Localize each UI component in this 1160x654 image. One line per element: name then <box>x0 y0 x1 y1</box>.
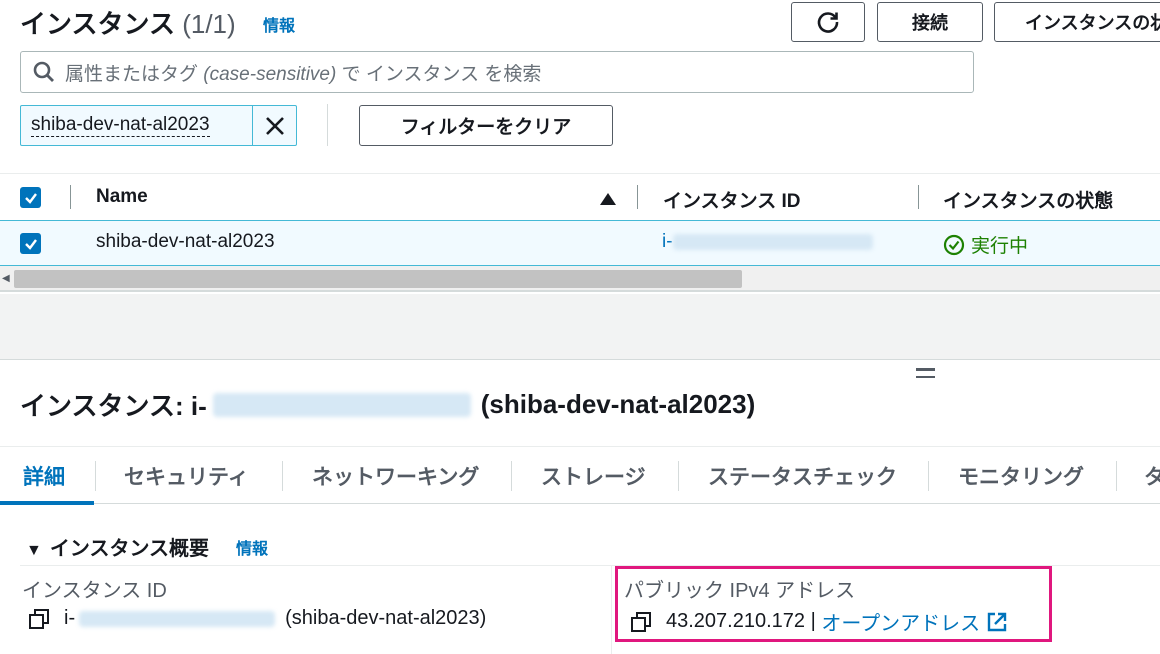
close-icon <box>265 116 284 135</box>
search-placeholder: 属性またはタグ (case-sensitive) で インスタンス を検索 <box>65 63 542 85</box>
redacted-id <box>79 610 276 627</box>
check-icon <box>24 238 37 250</box>
table-row[interactable]: shiba-dev-nat-al2023 i- 実行中 <box>0 220 1160 266</box>
table-header: Name インスタンス ID インスタンスの状態 <box>0 173 1160 220</box>
tab-details[interactable]: 詳細 <box>23 447 65 504</box>
instance-state-button[interactable]: インスタンスの状態 <box>994 2 1160 42</box>
copy-icon[interactable] <box>28 608 50 630</box>
filter-token-label: shiba-dev-nat-al2023 <box>31 114 210 137</box>
page-title-text: インスタンス <box>20 9 175 39</box>
refresh-icon <box>817 12 839 33</box>
detail-title: インスタンス: i- (shiba-dev-nat-al2023) <box>20 389 756 421</box>
divider <box>611 566 612 654</box>
select-all-checkbox[interactable] <box>20 187 41 208</box>
resize-handle-icon[interactable] <box>916 368 935 383</box>
column-header-instance-id[interactable]: インスタンス ID <box>663 186 801 213</box>
status-check-icon <box>943 234 965 255</box>
search-icon <box>33 61 54 82</box>
active-tab-indicator <box>0 501 94 505</box>
tab-storage[interactable]: ストレージ <box>541 447 646 504</box>
row-checkbox[interactable] <box>20 233 41 254</box>
tab-security[interactable]: セキュリティ <box>124 447 249 504</box>
info-link[interactable]: 情報 <box>263 12 295 36</box>
scrollbar-thumb[interactable] <box>14 270 742 288</box>
check-icon <box>24 192 37 204</box>
page-title: インスタンス (1/1) <box>20 4 236 41</box>
clear-filters-button[interactable]: フィルターをクリア <box>359 105 613 146</box>
refresh-button[interactable] <box>791 2 865 42</box>
divider <box>327 104 328 146</box>
instance-id-link[interactable]: i- <box>662 231 873 253</box>
instance-count: (1/1) <box>182 9 236 39</box>
tab-status-checks[interactable]: ステータスチェック <box>708 447 897 504</box>
instance-state: 実行中 <box>943 231 1028 258</box>
detail-tabs: 詳細 セキュリティ ネットワーキング ストレージ ステータスチェック モニタリン… <box>0 446 1160 505</box>
scroll-left-icon[interactable]: ◀ <box>2 273 10 284</box>
search-input[interactable]: 属性またはタグ (case-sensitive) で インスタンス を検索 <box>20 51 974 93</box>
tab-tags[interactable]: タ <box>1144 447 1160 504</box>
connect-button[interactable]: 接続 <box>877 2 983 42</box>
redacted-id <box>212 392 471 417</box>
tab-monitoring[interactable]: モニタリング <box>958 447 1084 504</box>
remove-filter-button[interactable] <box>253 106 296 145</box>
sort-ascending-icon[interactable] <box>600 193 616 205</box>
highlight-box <box>615 566 1052 642</box>
panel-gap <box>0 294 1160 360</box>
tab-networking[interactable]: ネットワーキング <box>312 447 479 504</box>
section-header[interactable]: ▼ インスタンス概要 <box>26 532 209 561</box>
filter-token: shiba-dev-nat-al2023 <box>20 105 297 146</box>
instance-id-label: インスタンス ID <box>22 580 167 602</box>
instance-id-value: i- (shiba-dev-nat-al2023) <box>28 607 486 630</box>
column-header-name[interactable]: Name <box>96 186 148 208</box>
column-header-instance-state[interactable]: インスタンスの状態 <box>943 186 1113 213</box>
section-info-link[interactable]: 情報 <box>236 535 268 559</box>
instance-name: shiba-dev-nat-al2023 <box>96 231 275 252</box>
redacted-id <box>672 233 873 250</box>
caret-down-icon: ▼ <box>26 542 42 559</box>
